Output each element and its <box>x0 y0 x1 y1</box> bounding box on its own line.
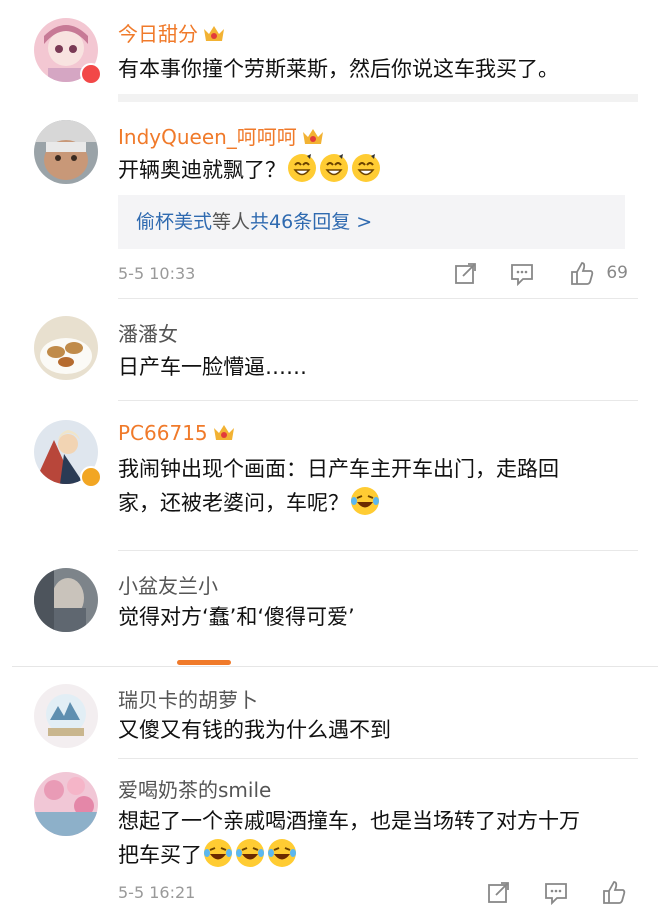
comment-text: 又傻又有钱的我为什么遇不到 <box>118 718 391 742</box>
avatar[interactable] <box>34 120 98 184</box>
grin-emoji <box>288 154 316 182</box>
like-count: 69 <box>606 263 628 283</box>
divider <box>118 550 638 551</box>
share-icon[interactable] <box>484 879 512 907</box>
username[interactable]: 潘潘女 <box>118 318 178 347</box>
username[interactable]: 瑞贝卡的胡萝卜 <box>118 684 258 713</box>
comment-meta: 5-5 10:33 69 <box>118 260 628 290</box>
reply-summary[interactable]: 偷杯美式等人共46条回复 > <box>118 195 625 249</box>
avatar[interactable] <box>34 568 98 632</box>
comment-icon[interactable] <box>542 879 570 907</box>
username[interactable]: 小盆友兰小 <box>118 570 218 599</box>
comment-text: 有本事你撞个劳斯莱斯，然后你说这车我买了。 <box>118 57 559 81</box>
divider <box>118 400 638 401</box>
comment-text: 开辆奥迪就飘了？ <box>118 153 638 187</box>
timestamp: 5-5 16:21 <box>118 883 196 902</box>
avatar[interactable] <box>34 772 98 836</box>
comment-icon[interactable] <box>508 260 536 288</box>
view-replies-link[interactable]: 共46条回复 > <box>250 211 372 233</box>
like-icon[interactable] <box>600 879 628 907</box>
divider <box>118 298 638 299</box>
like-icon[interactable] <box>568 260 596 288</box>
username[interactable]: IndyQueen_呵呵呵 <box>118 121 325 150</box>
verified-badge-icon <box>80 63 102 85</box>
username[interactable]: PC66715 <box>118 421 236 445</box>
username[interactable]: 今日甜分 <box>118 18 226 47</box>
laughing-emoji <box>204 839 232 867</box>
divider <box>118 758 638 759</box>
crown-icon <box>213 425 234 440</box>
avatar[interactable] <box>34 684 98 748</box>
divider <box>118 94 638 102</box>
tab-indicator <box>177 660 231 665</box>
comment-meta: 5-5 16:21 <box>118 879 628 909</box>
verified-badge-icon <box>80 466 102 488</box>
avatar[interactable] <box>34 316 98 380</box>
crown-icon <box>302 129 323 144</box>
username[interactable]: 爱喝奶茶的smile <box>118 774 271 803</box>
laughing-emoji <box>351 487 379 515</box>
crown-icon <box>204 26 224 41</box>
share-icon[interactable] <box>451 260 479 288</box>
laughing-emoji <box>236 839 264 867</box>
comment-text: 日产车一脸懵逼…… <box>118 355 307 379</box>
comment-text: 我闹钟出现个画面：日产车主开车出门，走路回 家，还被老婆问，车呢？ <box>118 457 559 515</box>
grin-emoji <box>320 154 348 182</box>
comment-text: 觉得对方‘蠢’和‘傻得可爱’ <box>118 605 355 629</box>
timestamp: 5-5 10:33 <box>118 264 196 283</box>
comment-text: 想起了一个亲戚喝酒撞车，也是当场转了对方十万 把车买了 <box>118 809 580 867</box>
divider <box>12 666 658 667</box>
laughing-emoji <box>268 839 296 867</box>
grin-emoji <box>352 154 380 182</box>
